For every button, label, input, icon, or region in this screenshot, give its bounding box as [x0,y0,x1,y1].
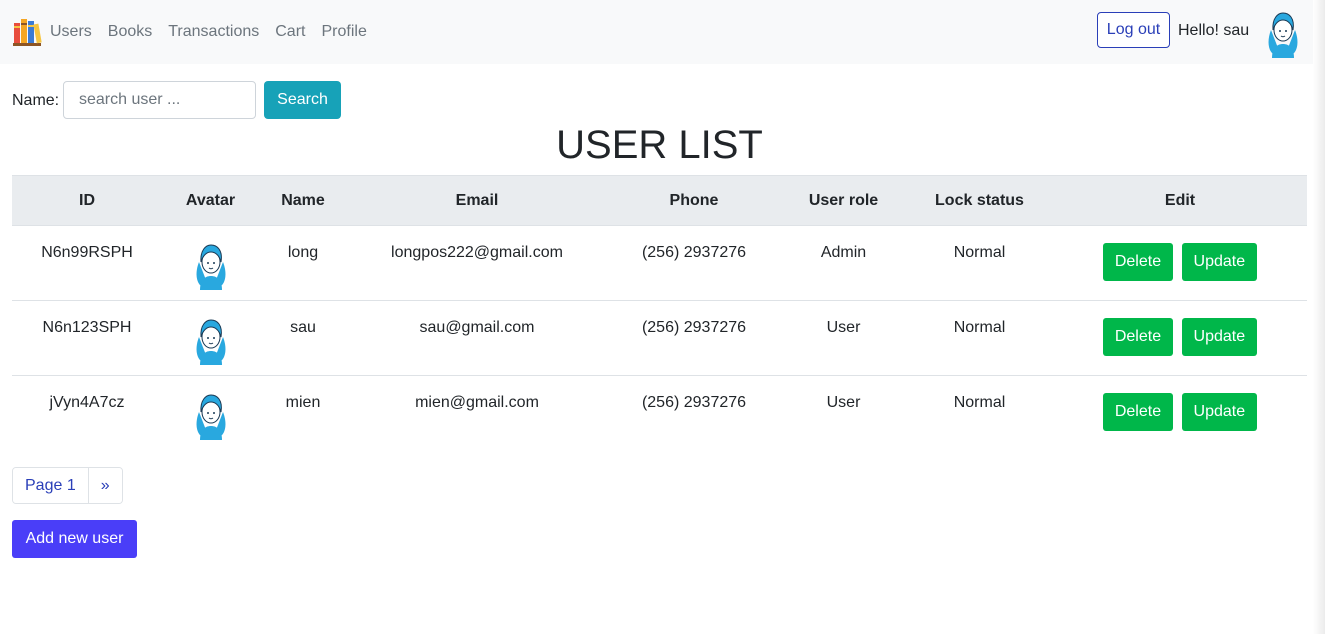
search-button[interactable]: Search [264,81,341,119]
cell-name: sau [259,300,347,376]
books-logo-icon[interactable] [11,15,43,47]
cell-role: User [781,300,906,376]
delete-button[interactable]: Delete [1102,318,1174,356]
header-name: Name [259,175,347,226]
logout-button[interactable]: Log out [1097,12,1170,48]
cell-name: long [287,244,319,261]
cell-email: mien@gmail.com [347,375,607,451]
cell-role: Admin [820,244,867,261]
cell-name: mien [259,375,347,451]
navbar: Users Books Transactions Cart Profile Lo… [0,0,1313,64]
header-id: ID [12,175,162,226]
cell-phone: (256) 2937276 [607,375,781,451]
header-email: Email [347,175,607,226]
nav-link-books[interactable]: Books [108,22,152,42]
user-avatar-icon[interactable] [1260,8,1306,58]
greeting: Hello! sau [1178,22,1250,39]
table-header-row: ID Avatar Name Email Phone User role Loc… [12,175,1307,226]
nav-link-transactions[interactable]: Transactions [168,22,259,42]
woman-avatar-icon [190,315,232,365]
update-button[interactable]: Update [1181,243,1258,281]
update-button[interactable]: Update [1181,318,1258,356]
scrollbar-edge [1313,0,1325,634]
add-new-user-button[interactable]: Add new user [12,520,137,558]
nav-link-cart[interactable]: Cart [275,22,305,42]
cell-id: N6n123SPH [12,300,162,376]
nav-link-profile[interactable]: Profile [321,22,366,42]
update-button[interactable]: Update [1181,393,1258,431]
header-user-role: User role [781,175,906,226]
table-row: N6n123SPH sau sau@gmail.com (256) 293727… [12,300,1307,376]
woman-avatar-icon [190,390,232,440]
table-row: jVyn4A7cz mien mien@gmail.com (256) 2937… [12,375,1307,451]
header-lock-status: Lock status [906,175,1053,226]
nav-link-users[interactable]: Users [50,22,92,42]
cell-lock-status: Normal [906,300,1053,376]
nav-links: Users Books Transactions Cart Profile [50,22,383,42]
cell-email: sau@gmail.com [347,300,607,376]
delete-button[interactable]: Delete [1102,243,1174,281]
cell-role: User [781,375,906,451]
pagination: Page 1 » [12,467,123,504]
cell-lock-status: Normal [953,244,1006,261]
cell-phone: (256) 2937276 [607,300,781,376]
header-avatar: Avatar [162,175,259,226]
cell-email: longpos222@gmail.com [391,244,563,261]
page-1-link[interactable]: Page 1 [13,468,88,503]
cell-id: jVyn4A7cz [12,375,162,451]
header-phone: Phone [607,175,781,226]
cell-id: N6n99RSPH [41,244,133,261]
woman-avatar-icon [190,240,232,290]
search-input[interactable] [63,81,256,119]
cell-phone: (256) 2937276 [641,244,747,261]
page-title: USER LIST [556,123,763,167]
header-edit: Edit [1053,175,1307,226]
table-row: N6n99RSPH long longpos222@gmail.com (256… [12,226,1307,301]
user-table: ID Avatar Name Email Phone User role Loc… [12,175,1307,451]
next-page-link[interactable]: » [87,468,122,503]
cell-lock-status: Normal [906,375,1053,451]
search-label: Name: [12,92,60,109]
delete-button[interactable]: Delete [1102,393,1174,431]
